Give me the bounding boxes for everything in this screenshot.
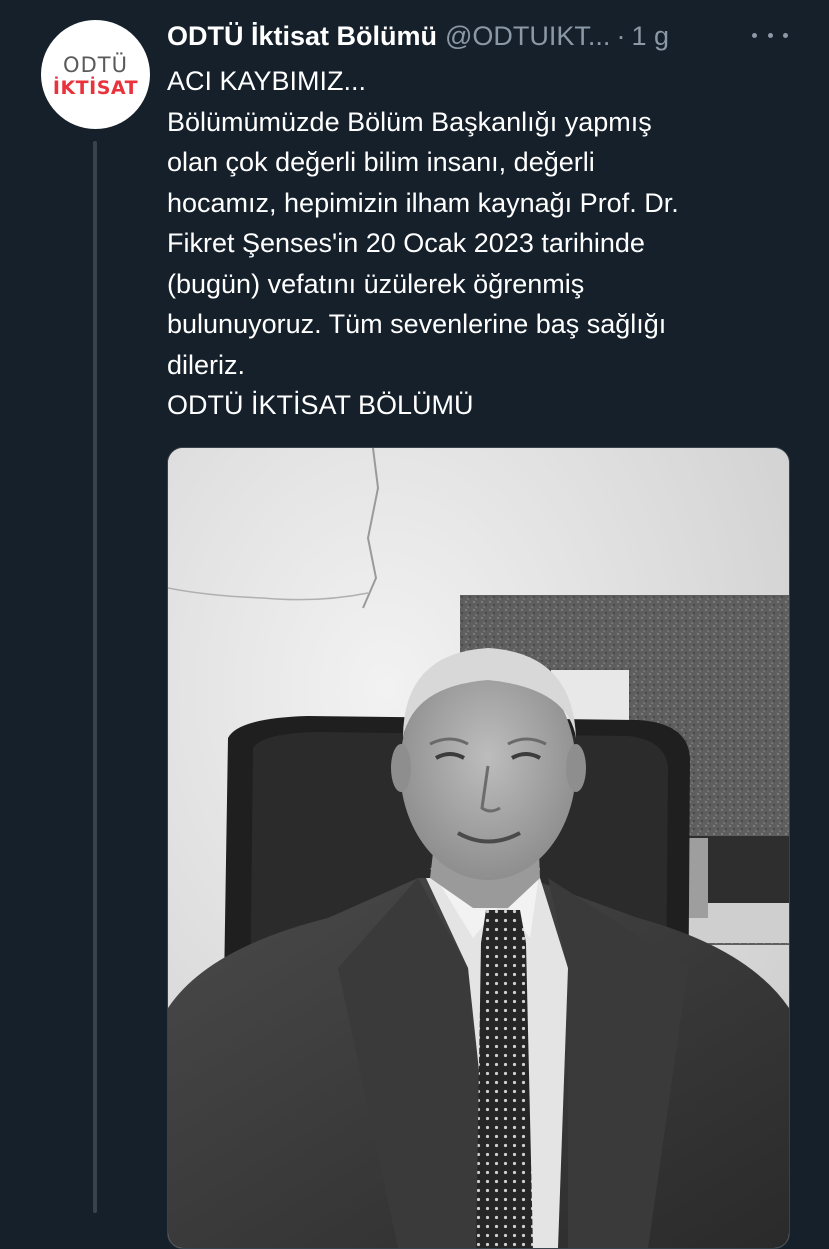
tweet-line: hocamız, hepimizin ilham kaynağı Prof. D…: [167, 187, 679, 218]
portrait-photo-illustration: [168, 448, 789, 1248]
tweet-timestamp[interactable]: 1 g: [631, 21, 669, 52]
account-name[interactable]: ODTÜ İktisat Bölümü: [167, 21, 437, 52]
tweet-line: (bugün) vefatını üzülerek öğrenmiş: [167, 268, 585, 299]
thread-connector-line: [93, 141, 97, 1213]
tweet-line: Bölümümüzde Bölüm Başkanlığı yapmış: [167, 106, 652, 137]
tweet-photo[interactable]: [167, 447, 790, 1249]
avatar-logo-line1: ODTÜ: [63, 52, 128, 77]
tweet-line: ACI KAYBIMIZ...: [167, 66, 367, 96]
tweet-line: ODTÜ İKTİSAT BÖLÜMÜ: [167, 390, 474, 420]
account-handle[interactable]: @ODTUIKT...: [445, 21, 610, 52]
more-dot: [783, 32, 788, 38]
more-dot: [752, 32, 757, 38]
account-avatar[interactable]: ODTÜ İKTİSAT: [41, 20, 150, 129]
more-options-icon[interactable]: [752, 20, 788, 50]
tweet-text: ACI KAYBIMIZ... Bölümümüzde Bölüm Başkan…: [167, 61, 807, 426]
separator-dot: ·: [616, 20, 626, 51]
tweet-header: ODTÜ İktisat Bölümü @ODTUIKT... · 1 g: [167, 16, 669, 56]
avatar-logo-line2: İKTİSAT: [52, 76, 139, 99]
tweet-line: bulunuyoruz. Tüm sevenlerine baş sağlığı: [167, 309, 667, 339]
tweet-line: dileriz.: [167, 349, 246, 380]
tweet-line: Fikret Şenses'in 20 Ocak 2023 tarihinde: [167, 228, 645, 258]
more-dot: [767, 32, 773, 38]
tweet-line: olan çok değerli bilim insanı, değerli: [167, 147, 595, 177]
